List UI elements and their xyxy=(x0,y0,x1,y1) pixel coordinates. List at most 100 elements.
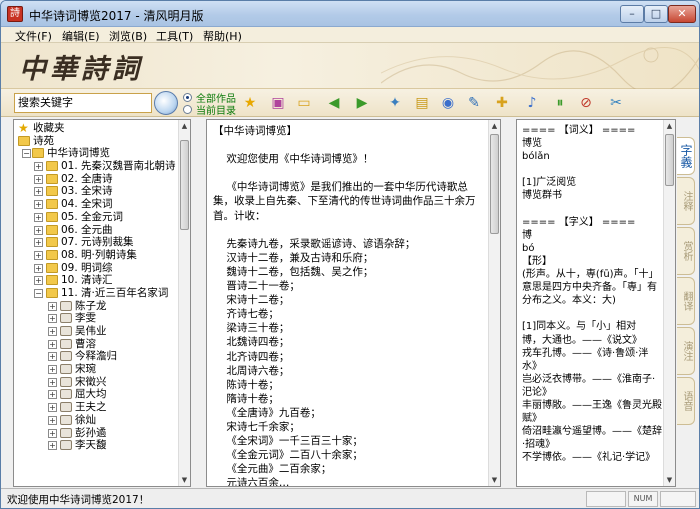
close-button[interactable]: ✕ xyxy=(668,5,696,23)
tree-item[interactable]: +02. 全唐诗 xyxy=(16,173,178,186)
scroll-thumb[interactable] xyxy=(490,134,499,234)
expand-icon[interactable]: + xyxy=(34,212,43,222)
tree-item[interactable]: + 宋徵兴 xyxy=(16,376,178,389)
menu-file[interactable]: 文件(F) xyxy=(15,28,52,44)
tab-notes[interactable]: 演注 xyxy=(677,327,695,375)
expand-icon[interactable]: + xyxy=(34,174,43,184)
search-input[interactable]: 搜索关键字 xyxy=(14,93,152,113)
tab-audio[interactable]: 语音 xyxy=(677,377,695,425)
scroll-up-icon[interactable]: ▲ xyxy=(664,120,675,132)
tree-item[interactable]: + 屈大均 xyxy=(16,388,178,401)
tree-item[interactable]: +07. 元诗别裁集 xyxy=(16,236,178,249)
expand-icon[interactable]: + xyxy=(48,352,57,362)
tree-item[interactable]: + 宋琬 xyxy=(16,363,178,376)
cycle-icon[interactable]: ◉ xyxy=(437,92,459,114)
edit-icon[interactable]: ✎ xyxy=(463,92,485,114)
expand-icon[interactable]: + xyxy=(34,263,43,273)
expand-icon[interactable]: + xyxy=(48,415,57,425)
tree-item[interactable]: 诗苑 xyxy=(16,135,178,148)
minimize-button[interactable]: – xyxy=(620,5,644,23)
radio-current-dir[interactable] xyxy=(183,105,192,114)
tab-translation[interactable]: 翻译 xyxy=(677,277,695,325)
fish-icon[interactable]: ✦ xyxy=(384,92,406,114)
stop-sound-icon[interactable]: ⊘ xyxy=(575,92,597,114)
tree-item[interactable]: +10. 清诗汇 xyxy=(16,274,178,287)
expand-icon[interactable]: + xyxy=(48,339,57,349)
expand-icon[interactable]: + xyxy=(48,314,57,324)
tree-scrollbar[interactable]: ▲ ▼ xyxy=(178,120,190,486)
radio-all-works[interactable] xyxy=(183,93,192,102)
star-icon[interactable]: ★ xyxy=(239,92,261,114)
folder-open-icon[interactable]: ▭ xyxy=(293,92,315,114)
tree-item[interactable]: − 中华诗词博览 xyxy=(16,147,178,160)
app-window: 詩 中华诗词博览2017 - 清风明月版 – □ ✕ 文件(F) 编辑(E) 浏… xyxy=(0,0,700,509)
folder-star-icon[interactable]: ✚ xyxy=(491,92,513,114)
tree-item[interactable]: +01. 先秦汉魏晋南北朝诗 xyxy=(16,160,178,173)
scroll-thumb[interactable] xyxy=(180,140,189,230)
scroll-up-icon[interactable]: ▲ xyxy=(489,120,500,132)
lock-icon[interactable]: ▤ xyxy=(411,92,433,114)
expand-icon[interactable]: + xyxy=(34,225,43,235)
menu-browse[interactable]: 浏览(B) xyxy=(109,28,147,44)
tree-item[interactable]: ★ 收藏夹 xyxy=(16,122,178,135)
scroll-down-icon[interactable]: ▼ xyxy=(179,474,190,486)
scroll-up-icon[interactable]: ▲ xyxy=(179,120,190,132)
expand-icon[interactable]: + xyxy=(34,162,43,172)
menu-help[interactable]: 帮助(H) xyxy=(203,28,242,44)
tab-appreciation[interactable]: 赏析 xyxy=(677,227,695,275)
expand-icon[interactable]: + xyxy=(48,441,57,451)
tree-item[interactable]: + 李天馥 xyxy=(16,439,178,452)
definition-scrollbar[interactable]: ▲ ▼ xyxy=(663,120,675,486)
tree-item[interactable]: + 徐灿 xyxy=(16,414,178,427)
tools-icon[interactable]: ✂ xyxy=(605,92,627,114)
tree-item[interactable]: + 吴伟业 xyxy=(16,325,178,338)
maximize-button[interactable]: □ xyxy=(644,5,668,23)
arrow-right-icon[interactable]: ▶ xyxy=(351,92,373,114)
collapse-icon[interactable]: − xyxy=(22,149,31,159)
tree-item[interactable]: + 彭孙遹 xyxy=(16,427,178,440)
search-icon[interactable] xyxy=(154,91,178,115)
expand-icon[interactable]: + xyxy=(48,301,57,311)
tree-item[interactable]: +04. 全宋词 xyxy=(16,198,178,211)
tree-item[interactable]: +08. 明·列朝诗集 xyxy=(16,249,178,262)
tab-annotation[interactable]: 注释 xyxy=(677,177,695,225)
expand-icon[interactable]: + xyxy=(48,428,57,438)
scroll-thumb[interactable] xyxy=(665,134,674,186)
expand-icon[interactable]: + xyxy=(34,200,43,210)
tree-item[interactable]: +06. 全元曲 xyxy=(16,224,178,237)
menu-tools[interactable]: 工具(T) xyxy=(156,28,193,44)
scroll-down-icon[interactable]: ▼ xyxy=(489,474,500,486)
music-icon[interactable]: ♪ xyxy=(521,92,543,114)
content-scrollbar[interactable]: ▲ ▼ xyxy=(488,120,500,486)
expand-icon[interactable]: + xyxy=(48,377,57,387)
tree-item[interactable]: +09. 明词综 xyxy=(16,262,178,275)
tree-item[interactable]: +05. 全金元词 xyxy=(16,211,178,224)
tree-item[interactable]: +03. 全宋诗 xyxy=(16,185,178,198)
expand-icon[interactable]: + xyxy=(34,276,43,286)
expand-icon[interactable]: + xyxy=(48,403,57,413)
tree-item[interactable]: + 王夫之 xyxy=(16,401,178,414)
expand-icon[interactable]: + xyxy=(34,238,43,248)
tree-item-label: 王夫之 xyxy=(75,401,107,414)
expand-icon[interactable]: + xyxy=(34,250,43,260)
pause-icon[interactable]: ⏸ xyxy=(549,92,571,114)
book-icon[interactable]: ▣ xyxy=(267,92,289,114)
arrow-left-icon[interactable]: ◀ xyxy=(323,92,345,114)
tree-item-label: 05. 全金元词 xyxy=(61,210,124,223)
expand-icon[interactable]: + xyxy=(48,365,57,375)
tree-item[interactable]: + 陈子龙 xyxy=(16,300,178,313)
expand-icon[interactable]: + xyxy=(48,327,57,336)
menu-edit[interactable]: 编辑(E) xyxy=(62,28,100,44)
splitter-left[interactable] xyxy=(193,119,205,487)
tree-item[interactable]: + 曹溶 xyxy=(16,338,178,351)
scroll-down-icon[interactable]: ▼ xyxy=(664,474,675,486)
collapse-icon[interactable]: − xyxy=(34,288,43,298)
status-bar: 欢迎使用中华诗词博览2017！ NUM xyxy=(1,488,699,508)
expand-icon[interactable]: + xyxy=(34,187,43,197)
tree-item[interactable]: + 李雯 xyxy=(16,312,178,325)
tab-word-meaning[interactable]: 字義 xyxy=(677,137,695,175)
splitter-right[interactable] xyxy=(503,119,515,487)
tree-item[interactable]: − 11. 清·近三百年名家词 xyxy=(16,287,178,300)
tree-item[interactable]: + 今释澹归 xyxy=(16,350,178,363)
expand-icon[interactable]: + xyxy=(48,390,57,400)
